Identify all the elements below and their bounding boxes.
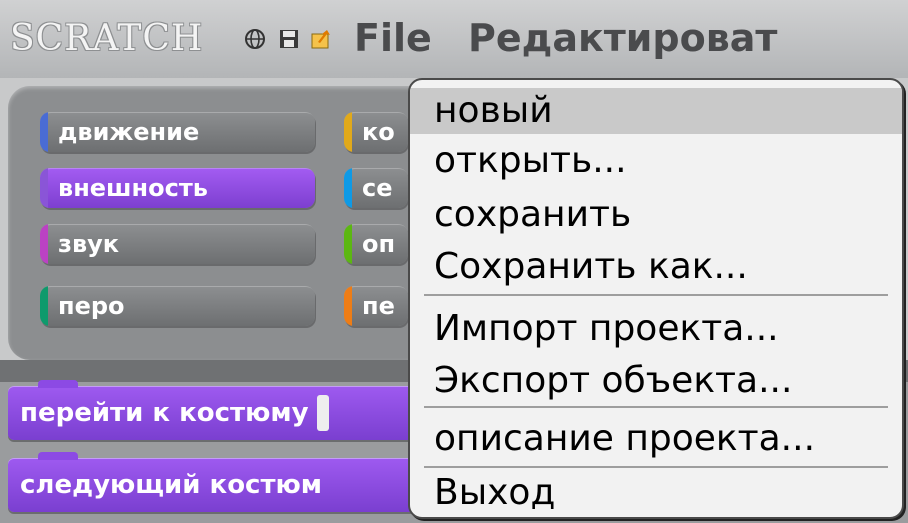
- block-next-costume[interactable]: следующий костюм: [8, 452, 416, 512]
- menu-item-quit[interactable]: Выход: [410, 470, 902, 516]
- block-notch: [38, 380, 78, 388]
- category-color-stripe: [40, 224, 48, 264]
- menu-separator: [424, 466, 888, 468]
- category-label: перо: [58, 292, 125, 320]
- file-menu-dropdown: новый открыть... сохранить Сохранить как…: [408, 78, 904, 519]
- category-label: пе: [362, 292, 395, 320]
- category-color-stripe: [344, 224, 352, 264]
- menu-item-import-project[interactable]: Импорт проекта...: [410, 306, 902, 352]
- category-label: се: [362, 174, 393, 202]
- costume-dropdown-slot[interactable]: [316, 395, 329, 431]
- menu-edit[interactable]: Редактироват: [468, 16, 777, 60]
- category-label: оп: [362, 230, 396, 258]
- category-sensing[interactable]: се: [344, 168, 408, 208]
- block-switch-costume[interactable]: перейти к костюму: [8, 380, 416, 440]
- category-label: звук: [58, 230, 120, 258]
- category-label: ко: [362, 118, 395, 146]
- share-arrow-icon[interactable]: [310, 28, 332, 50]
- category-variables[interactable]: пе: [344, 286, 408, 326]
- category-color-stripe: [40, 112, 48, 152]
- category-label: внешность: [58, 174, 208, 202]
- category-color-stripe: [40, 168, 48, 208]
- top-menu-bar: SCRATCH File Редактироват: [0, 0, 908, 78]
- category-pen[interactable]: перо: [40, 286, 315, 326]
- menu-file[interactable]: File: [354, 16, 432, 60]
- category-control[interactable]: ко: [344, 112, 408, 152]
- category-motion[interactable]: движение: [40, 112, 315, 152]
- menu-item-export-sprite[interactable]: Экспорт объекта...: [410, 358, 902, 404]
- save-disk-icon[interactable]: [278, 28, 300, 50]
- category-label: движение: [58, 118, 200, 146]
- menu-item-new[interactable]: новый: [410, 88, 902, 134]
- menu-separator: [424, 294, 888, 296]
- menu-item-project-notes[interactable]: описание проекта...: [410, 416, 902, 462]
- block-label: перейти к костюму: [20, 398, 309, 428]
- block-label: следующий костюм: [20, 470, 323, 500]
- block-notch: [38, 452, 78, 460]
- menu-item-open[interactable]: открыть...: [410, 138, 902, 184]
- category-color-stripe: [344, 286, 352, 326]
- scratch-logo: SCRATCH: [10, 18, 204, 59]
- category-sound[interactable]: звук: [40, 224, 315, 264]
- category-operators[interactable]: оп: [344, 224, 408, 264]
- menu-item-save[interactable]: сохранить: [410, 192, 902, 238]
- category-color-stripe: [40, 286, 48, 326]
- menu-separator: [424, 406, 888, 408]
- category-looks[interactable]: внешность: [40, 168, 315, 208]
- globe-icon[interactable]: [244, 28, 266, 50]
- menu-item-save-as[interactable]: Сохранить как...: [410, 244, 902, 290]
- category-color-stripe: [344, 168, 352, 208]
- category-color-stripe: [344, 112, 352, 152]
